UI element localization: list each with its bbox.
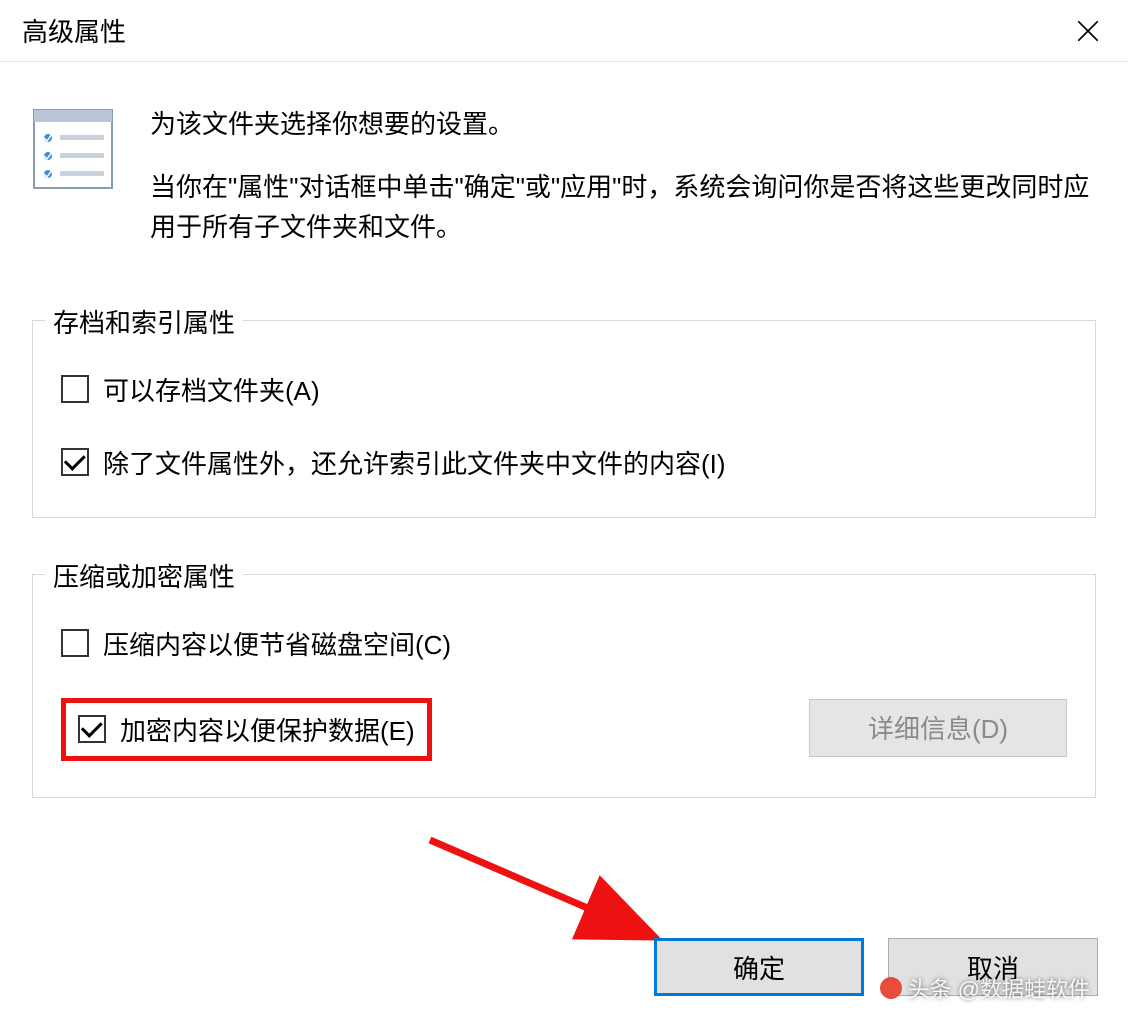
archive-checkbox[interactable]	[61, 375, 89, 403]
compress-checkbox-label: 压缩内容以便节省磁盘空间(C)	[103, 625, 451, 662]
archive-checkbox-row: 可以存档文件夹(A)	[61, 371, 1067, 408]
index-checkbox[interactable]	[61, 448, 89, 476]
archive-checkbox-label: 可以存档文件夹(A)	[103, 371, 320, 408]
encrypt-checkbox[interactable]	[78, 715, 106, 743]
close-button[interactable]	[1066, 9, 1110, 53]
watermark-text: 头条 @数据蛙软件	[908, 972, 1090, 1004]
ok-button[interactable]: 确定	[654, 938, 864, 996]
dialog-content: 为该文件夹选择你想要的设置。 当你在"属性"对话框中单击"确定"或"应用"时，系…	[0, 62, 1128, 798]
intro-section: 为该文件夹选择你想要的设置。 当你在"属性"对话框中单击"确定"或"应用"时，系…	[32, 104, 1096, 248]
archive-index-group: 存档和索引属性 可以存档文件夹(A) 除了文件属性外，还允许索引此文件夹中文件的…	[32, 320, 1096, 518]
details-button-label: 详细信息(D)	[868, 709, 1008, 746]
index-checkbox-row: 除了文件属性外，还允许索引此文件夹中文件的内容(I)	[61, 444, 1067, 481]
index-checkbox-label: 除了文件属性外，还允许索引此文件夹中文件的内容(I)	[103, 444, 726, 481]
compress-checkbox[interactable]	[61, 629, 89, 657]
encrypt-highlight: 加密内容以便保护数据(E)	[61, 698, 432, 761]
encrypt-checkbox-label: 加密内容以便保护数据(E)	[120, 711, 415, 748]
ok-button-label: 确定	[733, 949, 785, 986]
properties-icon	[32, 108, 114, 190]
intro-text: 为该文件夹选择你想要的设置。 当你在"属性"对话框中单击"确定"或"应用"时，系…	[150, 104, 1096, 248]
compress-checkbox-row: 压缩内容以便节省磁盘空间(C)	[61, 625, 809, 662]
group1-title: 存档和索引属性	[45, 303, 243, 340]
group2-title: 压缩或加密属性	[45, 557, 243, 594]
watermark-icon	[880, 977, 902, 999]
intro-line2: 当你在"属性"对话框中单击"确定"或"应用"时，系统会询问你是否将这些更改同时应…	[150, 167, 1096, 248]
close-icon	[1075, 18, 1101, 44]
watermark: 头条 @数据蛙软件	[880, 972, 1090, 1004]
window-title: 高级属性	[22, 12, 126, 49]
compress-encrypt-group: 压缩或加密属性 压缩内容以便节省磁盘空间(C) 加密内容以便保护数据(E) 详细…	[32, 574, 1096, 798]
details-button: 详细信息(D)	[809, 699, 1067, 757]
titlebar: 高级属性	[0, 0, 1128, 62]
annotation-arrow-icon	[425, 835, 685, 955]
intro-line1: 为该文件夹选择你想要的设置。	[150, 104, 1096, 141]
